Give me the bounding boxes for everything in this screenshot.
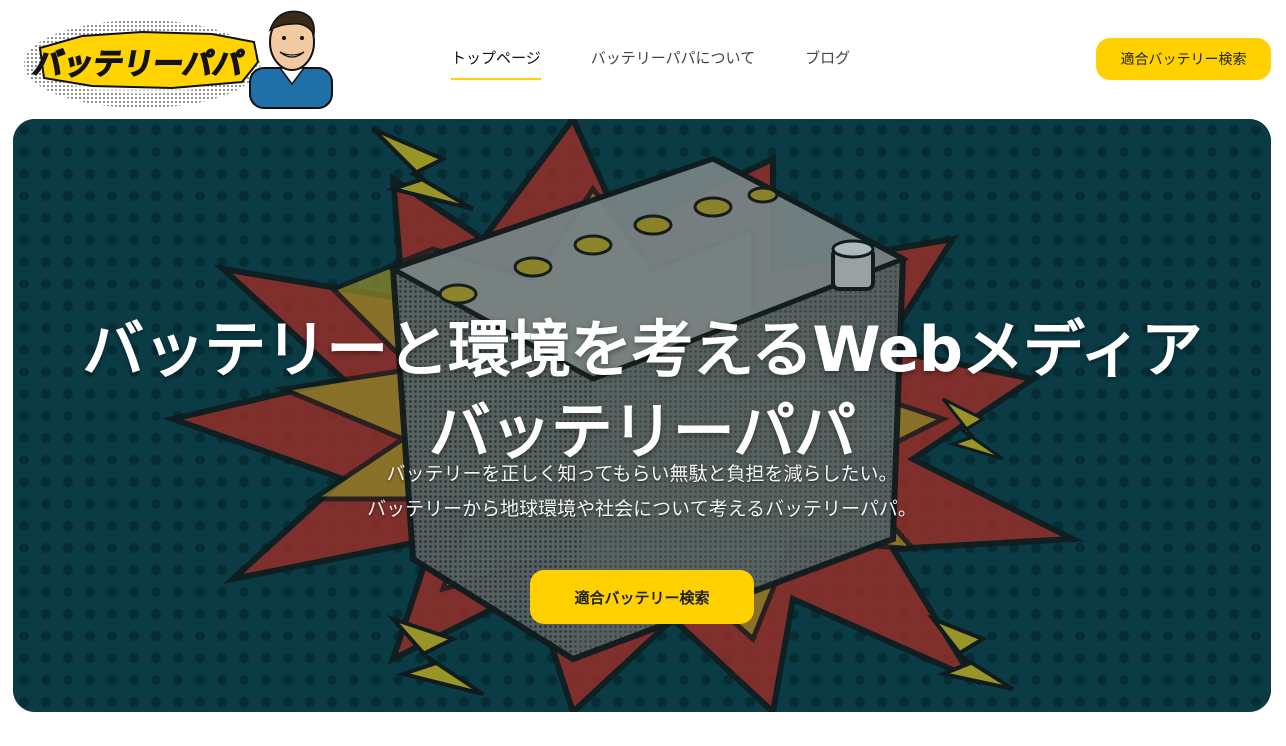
logo-text: バッテリーパパ	[30, 46, 247, 82]
svg-text:バッテリーパパ: バッテリーパパ	[30, 47, 246, 82]
nav-item-about[interactable]: バッテリーパパについて	[591, 46, 755, 80]
nav-item-top[interactable]: トップページ	[451, 46, 541, 80]
main-nav: トップページ バッテリーパパについて ブログ	[451, 46, 850, 80]
battery-papa-logo-icon: バッテリーパパ	[24, 10, 333, 109]
nav-item-blog[interactable]: ブログ	[805, 46, 850, 80]
hero-title-line2: バッテリーパパ	[428, 395, 856, 468]
header-battery-search-button[interactable]: 適合バッテリー検索	[1096, 38, 1271, 80]
hero-subtitle-line2: バッテリーから地球環境や社会について考えるバッテリーパパ。	[367, 498, 917, 520]
hero-section: バッテリーと環境を考えるWebメディア バッテリーパパ バッテリーを正しく知って…	[13, 119, 1271, 712]
man-illustration	[249, 10, 333, 109]
hero-battery-search-button[interactable]: 適合バッテリー検索	[530, 570, 754, 624]
hero-title-line1: バッテリーと環境を考えるWebメディア	[82, 313, 1202, 386]
site-header: バッテリーパパ トップページ バッテリーパパについて ブログ 適合バッテリー検索	[0, 0, 1286, 118]
site-logo[interactable]: バッテリーパパ	[22, 4, 334, 110]
hero-subtitle-line1: バッテリーを正しく知ってもらい無駄と負担を減らしたい。	[386, 463, 898, 485]
